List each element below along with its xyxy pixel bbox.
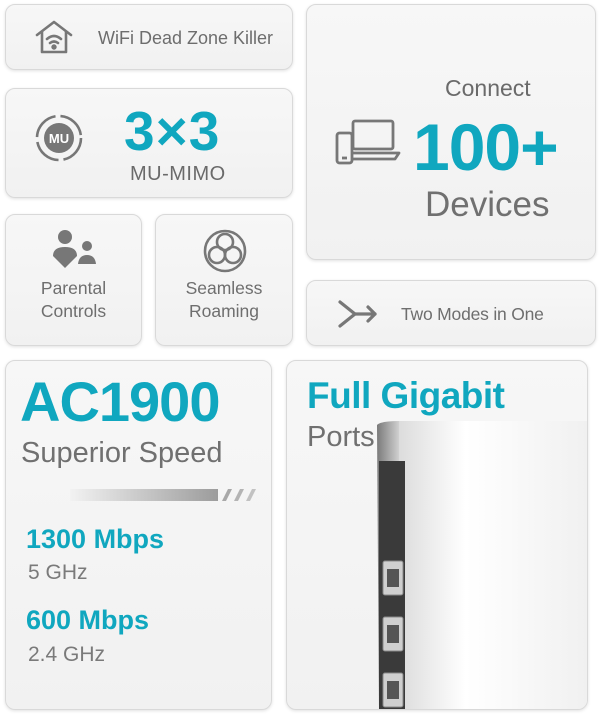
seamless-label-line1: Seamless [185,278,263,298]
rings-icon [201,227,249,275]
gigabit-card: Full Gigabit Ports [286,360,588,710]
speed-divider-bar [70,488,260,501]
laptop-phone-icon [333,113,401,169]
svg-text:MU: MU [49,131,69,146]
parental-label-line2: Controls [40,301,107,321]
parental-label-line1: Parental [40,278,107,298]
family-icon [49,228,101,270]
modes-label: Two Modes in One [401,304,544,324]
mimo-label: MU-MIMO [130,163,226,185]
feature-card-seamless: Seamless Roaming [155,214,293,346]
devices-label: Devices [425,185,550,224]
band-5g-rate: 1300 Mbps [26,524,165,554]
seamless-label-line2: Roaming [188,301,260,321]
feature-card-parental: Parental Controls [5,214,142,346]
band-24g-rate: 600 Mbps [26,605,150,635]
feature-card-mimo: MU 3×3 MU-MIMO [5,88,293,198]
merge-arrows-icon [337,298,381,330]
speed-card: AC1900 Superior Speed 1300 Mbps 5 GHz 60… [5,360,272,710]
wifi-home-icon [34,19,74,55]
connect-value: 100+ [413,110,559,184]
feature-card-modes: Two Modes in One [306,280,596,346]
feature-card-connect: Connect 100+ Devices [306,4,596,260]
speed-subtitle: Superior Speed [21,437,223,469]
gigabit-subtitle: Ports [307,421,375,453]
gigabit-title: Full Gigabit [307,375,505,416]
mimo-value: 3×3 [124,100,221,162]
connect-label: Connect [445,75,531,101]
dead-zone-label: WiFi Dead Zone Killer [98,28,274,48]
speed-title: AC1900 [20,370,220,433]
band-5g-label: 5 GHz [28,561,88,584]
parental-label: Parental Controls [6,277,141,323]
feature-card-dead-zone: WiFi Dead Zone Killer [5,4,293,70]
seamless-label: Seamless Roaming [156,277,292,323]
router-ports-image [377,421,587,709]
mu-badge-icon: MU [33,112,85,164]
band-24g-label: 2.4 GHz [28,643,106,666]
